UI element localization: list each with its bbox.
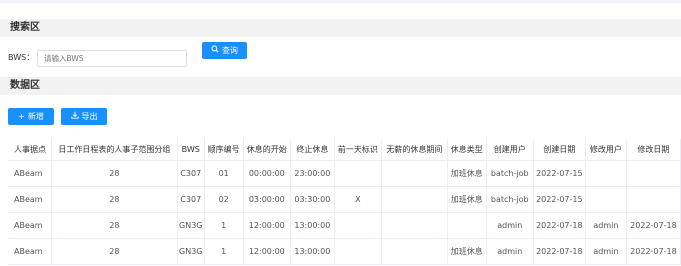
column-header[interactable]: 修改日期: [626, 139, 681, 161]
column-header[interactable]: 日工作日程表的人事子范围分组: [51, 139, 178, 161]
column-header[interactable]: 创建用户: [486, 139, 534, 161]
data-section-title: 数据区: [0, 77, 681, 95]
table-cell: [381, 160, 448, 187]
table-cell: ABeam: [8, 212, 52, 239]
table-cell: 12:00:00: [243, 238, 291, 265]
table-cell: admin: [486, 238, 534, 265]
search-icon: [211, 42, 219, 59]
table-cell: ABeam: [8, 238, 52, 265]
column-header[interactable]: BWS: [177, 139, 205, 161]
column-header[interactable]: 休息类型: [447, 139, 487, 161]
table-cell: 2022-07-18: [533, 238, 586, 265]
table-cell: 2022-07-15: [533, 160, 586, 187]
table-cell: ABeam: [8, 186, 52, 213]
table-cell: 01: [204, 160, 244, 187]
table-cell: 28: [51, 160, 178, 187]
table-cell: 13:00:00: [290, 212, 335, 239]
table-cell: 00:00:00: [243, 160, 291, 187]
add-button-label: 新增: [27, 112, 44, 121]
export-button[interactable]: 导出: [61, 108, 107, 125]
column-header[interactable]: 人事据点: [8, 139, 52, 161]
table-cell: [334, 212, 382, 239]
query-button[interactable]: 查询: [202, 42, 247, 59]
table-cell: GN3G: [177, 212, 205, 239]
column-header[interactable]: 无薪的休息期间: [381, 139, 448, 161]
column-header[interactable]: 终止休息: [290, 139, 335, 161]
table-cell: batch-job: [486, 160, 534, 187]
table-row[interactable]: ABeam 28 C307 01 00:00:00 23:00:00 加班休息 …: [8, 160, 681, 187]
table-cell: 2022-07-15: [533, 186, 586, 213]
bws-search-input[interactable]: [37, 50, 187, 67]
table-row[interactable]: ABeam 28 GN3G 1 12:00:00 13:00:00 加班休息 a…: [8, 238, 681, 265]
table-cell: batch-job: [486, 186, 534, 213]
table-cell: [626, 160, 681, 187]
table-cell: [381, 238, 448, 265]
data-table: 人事据点 日工作日程表的人事子范围分组 BWS 顺序编号 休息的开始 终止休息 …: [8, 139, 681, 265]
table-cell: 28: [51, 186, 178, 213]
table-cell: 2022-07-18: [626, 212, 681, 239]
add-button[interactable]: + 新增: [8, 108, 54, 125]
table-row[interactable]: ABeam 28 GN3G 1 12:00:00 13:00:00 admin …: [8, 212, 681, 239]
table-cell: 加班休息: [447, 238, 487, 265]
table-cell: 13:00:00: [290, 238, 335, 265]
table-cell: 03:30:00: [290, 186, 335, 213]
table-cell: 1: [204, 212, 244, 239]
table-cell: 2022-07-18: [533, 212, 586, 239]
table-cell: 加班休息: [447, 186, 487, 213]
table-cell: [381, 186, 448, 213]
table-cell: 2022-07-18: [626, 238, 681, 265]
table-cell: C307: [177, 186, 205, 213]
table-cell: ABeam: [8, 160, 52, 187]
download-icon: [70, 108, 79, 125]
table-cell: 23:00:00: [290, 160, 335, 187]
table-cell: [334, 160, 382, 187]
table-cell: GN3G: [177, 238, 205, 265]
column-header[interactable]: 顺序编号: [204, 139, 244, 161]
column-header[interactable]: 创建日期: [533, 139, 586, 161]
table-cell: admin: [585, 238, 627, 265]
plus-icon: +: [18, 112, 25, 121]
table-cell: [447, 212, 487, 239]
table-cell: admin: [486, 212, 534, 239]
column-header[interactable]: 修改用户: [585, 139, 627, 161]
table-cell: 1: [204, 238, 244, 265]
table-cell: 28: [51, 212, 178, 239]
table-cell: [626, 186, 681, 213]
table-cell: admin: [585, 212, 627, 239]
table-cell: [334, 238, 382, 265]
top-border: [0, 0, 681, 3]
bws-label: BWS：: [8, 53, 35, 62]
table-cell: [585, 160, 627, 187]
table-cell: 03:00:00: [243, 186, 291, 213]
column-header[interactable]: 前一天标识: [334, 139, 382, 161]
query-button-label: 查询: [222, 46, 238, 55]
table-cell: 加班休息: [447, 160, 487, 187]
export-button-label: 导出: [81, 112, 98, 121]
search-section-title: 搜索区: [0, 19, 681, 37]
table-row[interactable]: ABeam 28 C307 02 03:00:00 03:30:00 X 加班休…: [8, 186, 681, 213]
table-cell: [381, 212, 448, 239]
table-header-row: 人事据点 日工作日程表的人事子范围分组 BWS 顺序编号 休息的开始 终止休息 …: [8, 139, 681, 161]
column-header[interactable]: 休息的开始: [243, 139, 291, 161]
table-cell: X: [334, 186, 382, 213]
table-cell: C307: [177, 160, 205, 187]
table-cell: [585, 186, 627, 213]
table-cell: 12:00:00: [243, 212, 291, 239]
table-cell: 02: [204, 186, 244, 213]
table-cell: 28: [51, 238, 178, 265]
